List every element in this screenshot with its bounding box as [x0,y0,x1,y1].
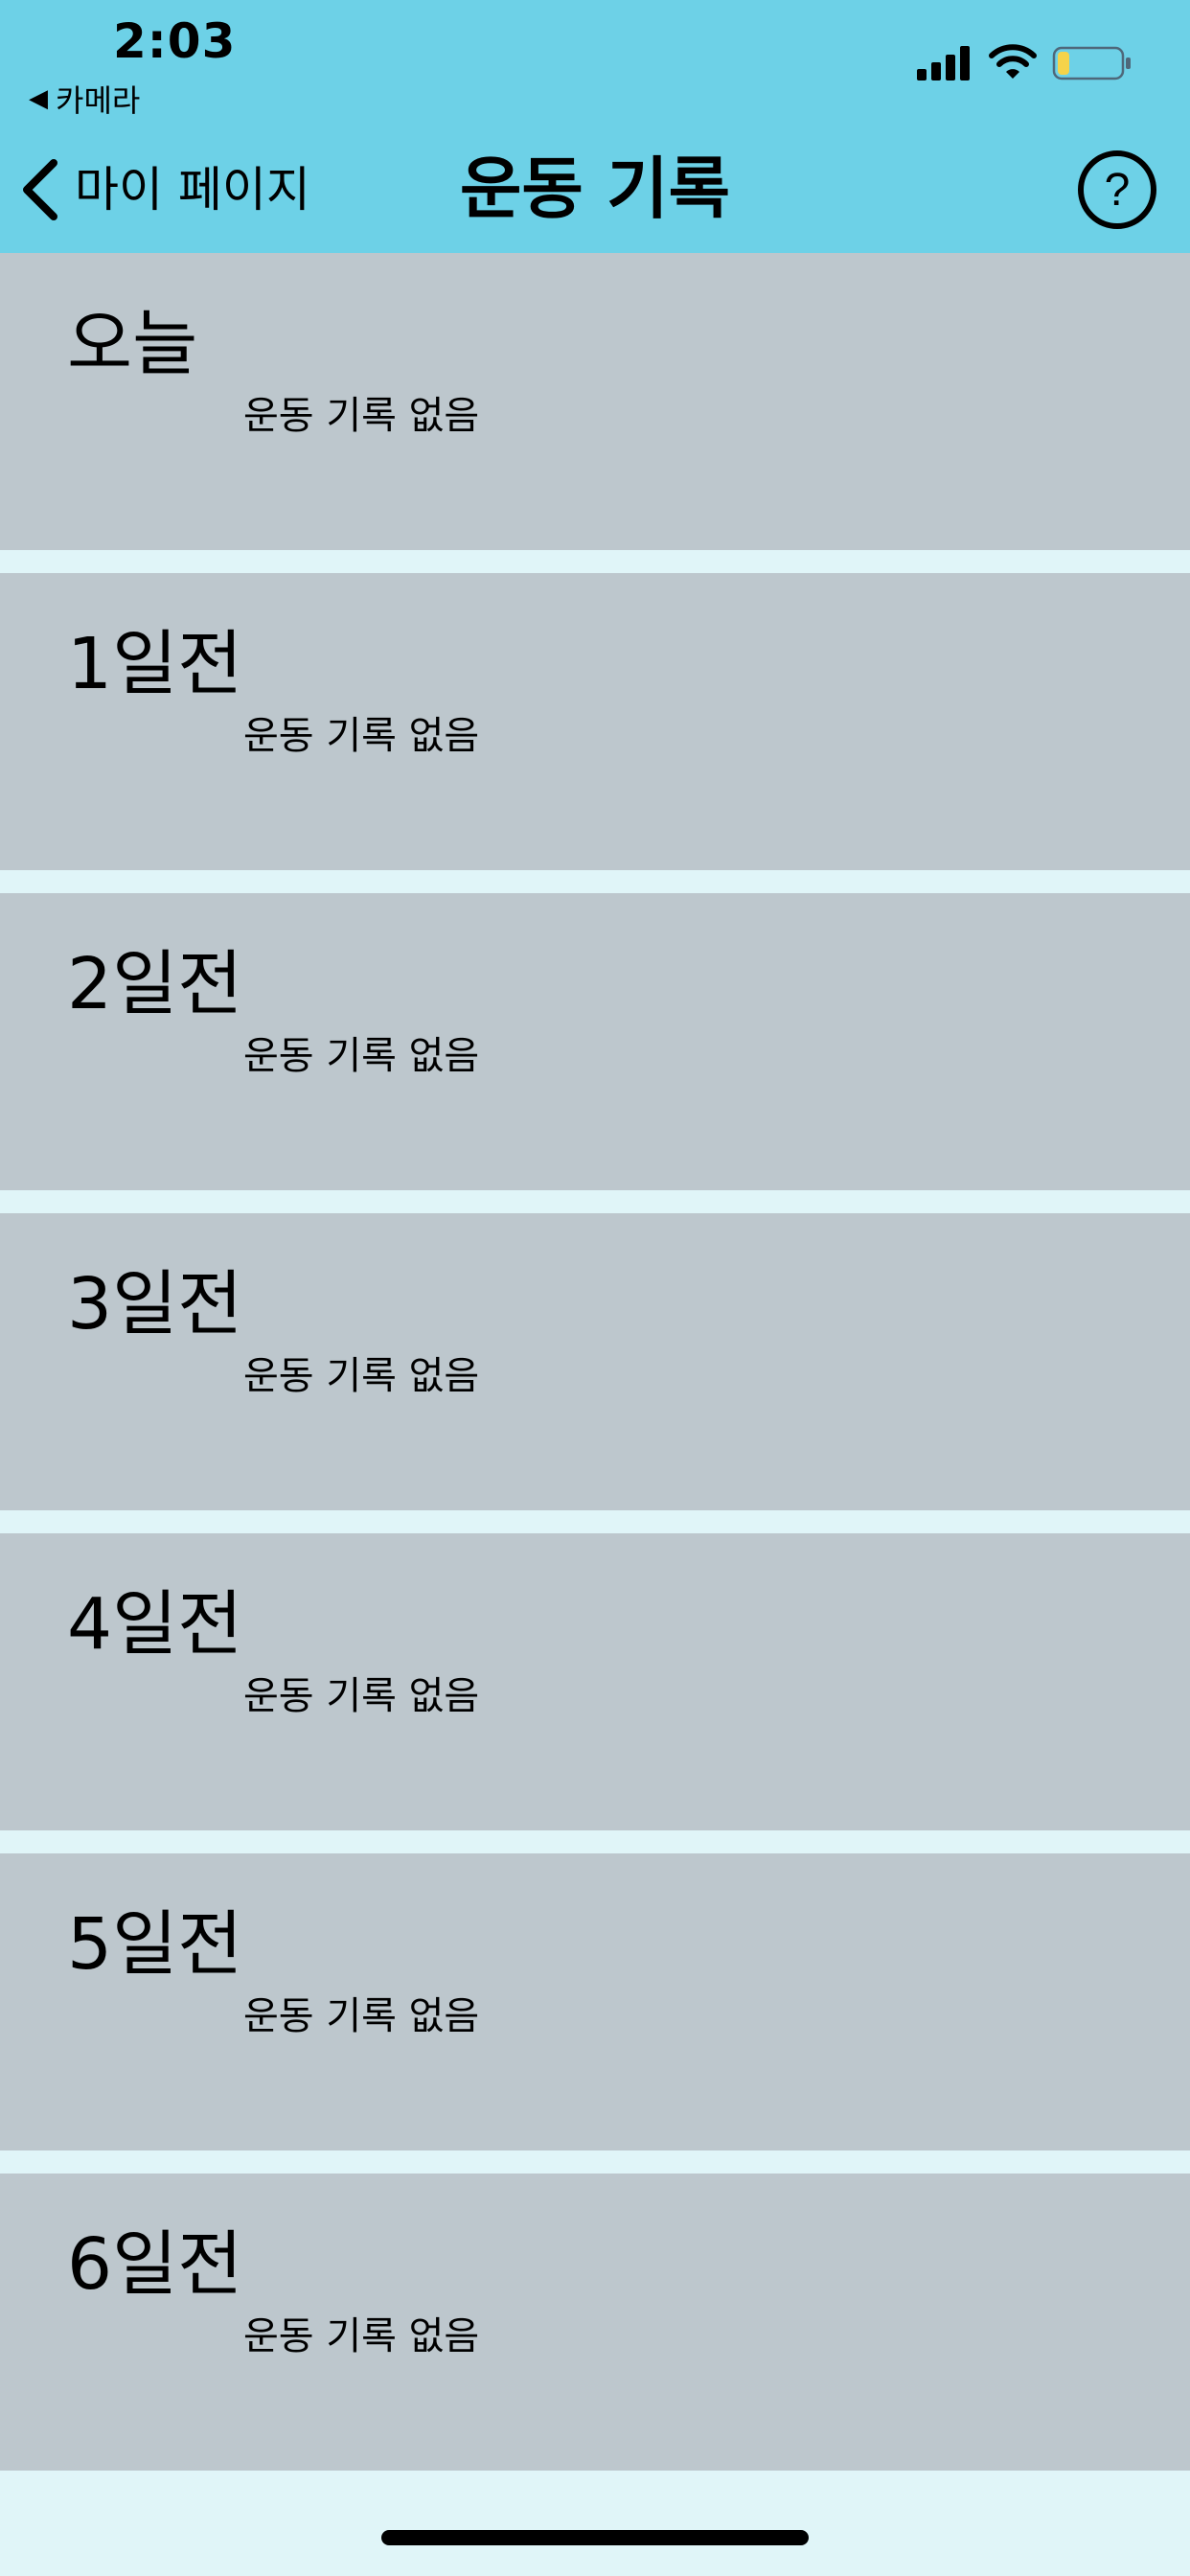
back-triangle-icon: ◀ [29,84,48,113]
record-status-text: 운동 기록 없음 [243,1994,480,2038]
home-indicator[interactable] [381,2530,809,2545]
record-row-3-days-ago[interactable]: 3일전 운동 기록 없음 [0,1213,1190,1510]
battery-icon [1052,46,1131,80]
svg-text:?: ? [1105,165,1131,216]
wifi-icon [989,44,1037,79]
back-to-app-label: 카메라 [56,82,141,119]
record-row-1-day-ago[interactable]: 1일전 운동 기록 없음 [0,573,1190,870]
back-button[interactable]: 마이 페이지 [19,153,310,226]
chevron-left-icon [23,159,57,220]
back-button-label: 마이 페이지 [75,162,310,218]
exercise-record-list: 오늘 운동 기록 없음 1일전 운동 기록 없음 2일전 운동 기록 없음 3일… [0,253,1190,2494]
record-day-label: 4일전 [67,1583,243,1666]
record-row-today[interactable]: 오늘 운동 기록 없음 [0,253,1190,550]
record-row-4-days-ago[interactable]: 4일전 운동 기록 없음 [0,1533,1190,1830]
record-status-text: 운동 기록 없음 [243,1354,480,1398]
signal-icon [917,46,970,80]
record-row-2-days-ago[interactable]: 2일전 운동 기록 없음 [0,893,1190,1190]
record-status-text: 운동 기록 없음 [243,714,480,758]
navigation-header: 2:03 ◀ 카메라 마이 페이지 운동 기록 ? [0,0,1190,253]
record-day-label: 오늘 [67,303,198,385]
record-row-5-days-ago[interactable]: 5일전 운동 기록 없음 [0,1853,1190,2150]
record-day-label: 6일전 [67,2223,243,2306]
record-row-6-days-ago[interactable]: 6일전 운동 기록 없음 [0,2174,1190,2471]
record-day-label: 3일전 [67,1263,243,1346]
help-button[interactable]: ? [1077,150,1157,230]
back-to-app-link[interactable]: ◀ 카메라 [29,77,140,121]
record-status-text: 운동 기록 없음 [243,1034,480,1078]
record-day-label: 5일전 [67,1903,243,1986]
record-status-text: 운동 기록 없음 [243,394,480,438]
record-status-text: 운동 기록 없음 [243,1674,480,1718]
record-day-label: 1일전 [67,623,243,705]
question-circle-icon: ? [1078,150,1156,229]
record-status-text: 운동 기록 없음 [243,2314,480,2358]
status-time: 2:03 [113,13,237,69]
record-day-label: 2일전 [67,943,243,1025]
